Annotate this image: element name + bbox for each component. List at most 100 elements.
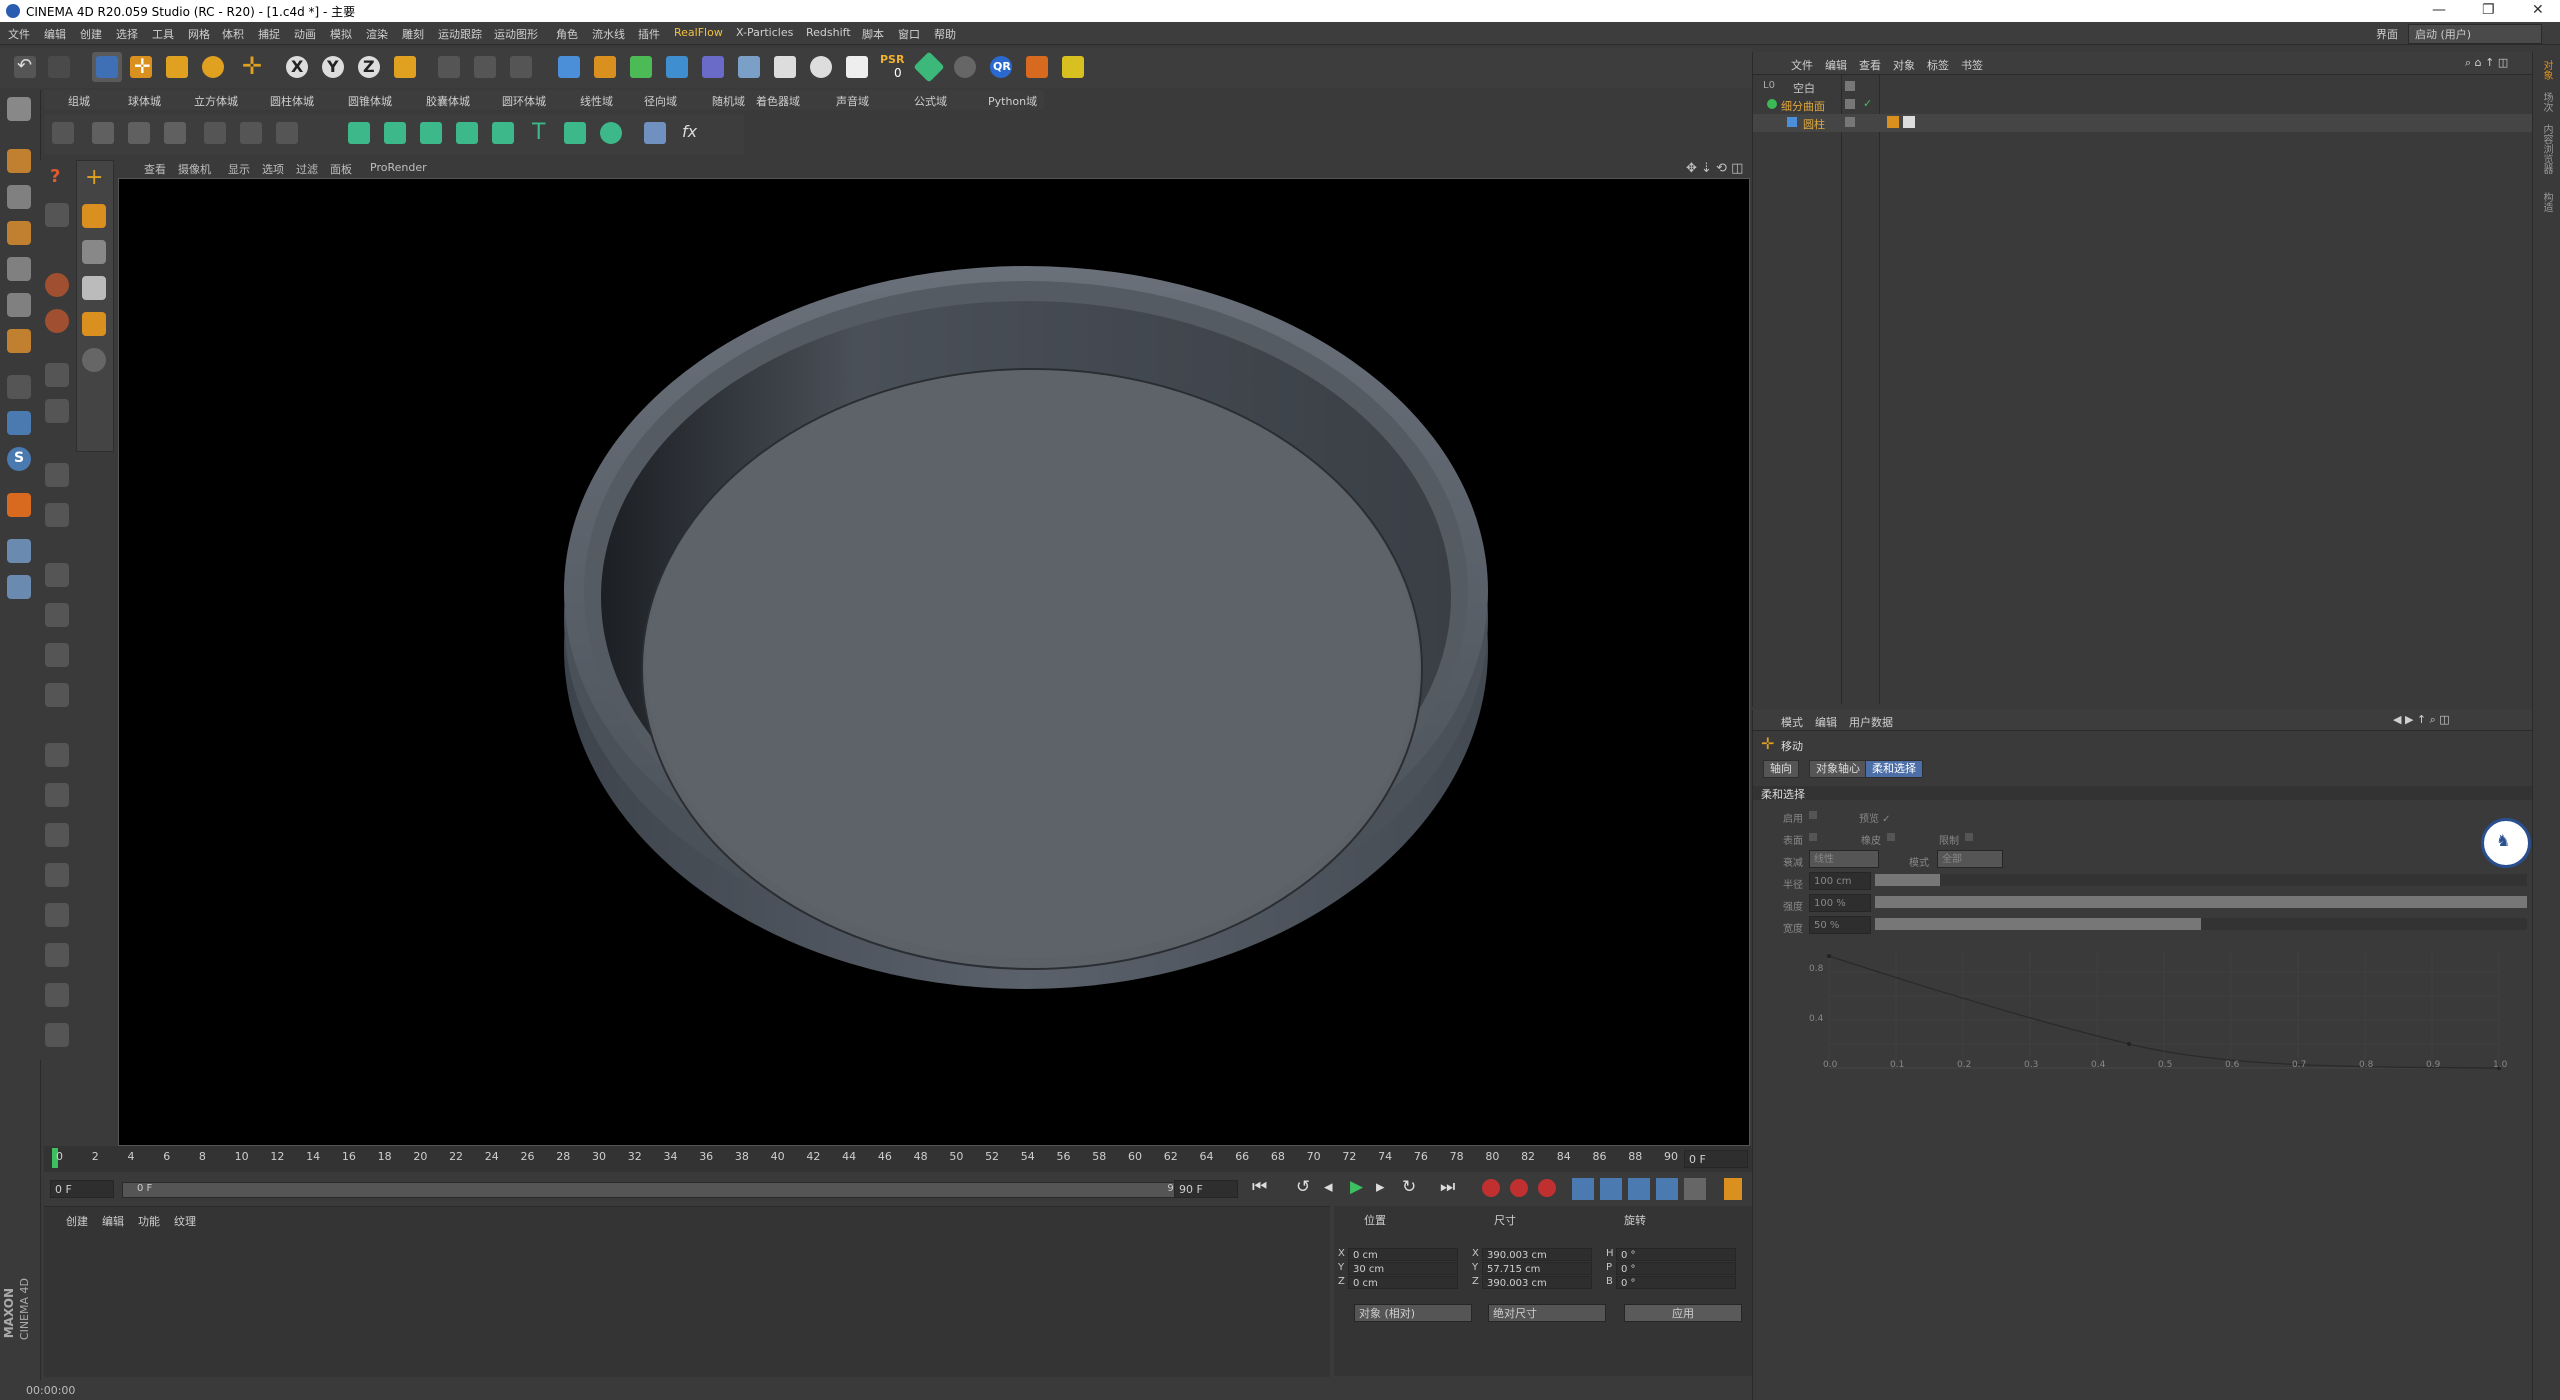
visibility-toggle-icon[interactable] [1845, 81, 1855, 91]
menu-tools[interactable]: 工具 [152, 26, 174, 42]
mograph-fracture-icon[interactable] [416, 118, 446, 148]
help-tool-icon[interactable]: ? [42, 164, 72, 194]
coords-pos-field[interactable]: 0 cm [1348, 1248, 1458, 1261]
move-tool-icon[interactable]: ✛ [126, 52, 156, 82]
shelf-item-group-field[interactable]: 组城 [68, 93, 90, 109]
object-name[interactable]: 细分曲面 [1781, 98, 1825, 114]
preview-label[interactable]: 预览 ✓ [1859, 810, 1891, 825]
brush-icon[interactable] [160, 118, 190, 148]
viewport-menu-display[interactable]: 显示 [228, 161, 250, 177]
menu-script[interactable]: 脚本 [862, 26, 884, 42]
tab-object-axis[interactable]: 对象轴心 [1809, 760, 1867, 778]
deformer-icon[interactable] [698, 52, 728, 82]
scale-tool-icon[interactable] [162, 52, 192, 82]
slide-icon[interactable] [42, 640, 72, 670]
shelf-item-capsule-field[interactable]: 胶囊体城 [426, 93, 470, 109]
shrink-select-icon[interactable] [42, 396, 72, 426]
range-slider[interactable]: 0 F 90 F [122, 1182, 1204, 1198]
cloner-icon[interactable] [662, 52, 692, 82]
redo-icon[interactable] [44, 52, 74, 82]
pen-spline-icon[interactable] [590, 52, 620, 82]
menu-realflow[interactable]: RealFlow [674, 26, 723, 39]
make-editable-icon[interactable] [4, 94, 34, 124]
object-row[interactable]: 细分曲面 ✓ [1753, 96, 2533, 114]
menu-xparticles[interactable]: X-Particles [736, 26, 793, 39]
stitch-icon[interactable] [42, 680, 72, 710]
grow-select-icon[interactable] [42, 360, 72, 390]
magnet-icon[interactable] [42, 740, 72, 770]
render-view-icon[interactable] [434, 52, 464, 82]
light-icon[interactable] [806, 52, 836, 82]
falloff-select[interactable]: 线性 [1809, 850, 1879, 868]
visibility-toggle-icon[interactable] [1845, 99, 1855, 109]
visibility-toggle-icon[interactable] [1845, 117, 1855, 127]
scale-frame-icon[interactable] [79, 273, 109, 303]
menu-motion-tracking[interactable]: 运动跟踪 [438, 26, 482, 42]
shelf-item-sphere-field[interactable]: 球体城 [128, 93, 161, 109]
render-settings-icon[interactable] [506, 52, 536, 82]
mograph-voronoi-icon[interactable] [452, 118, 482, 148]
end-frame-field[interactable]: 90 F [1174, 1180, 1238, 1198]
maximize-button[interactable]: ❐ [2482, 2, 2495, 18]
align-normals-icon[interactable] [42, 1020, 72, 1050]
y-axis-icon[interactable]: Y [318, 52, 348, 82]
menu-plugins[interactable]: 插件 [638, 26, 660, 42]
rect-select-icon[interactable] [42, 200, 72, 230]
material-menu-edit[interactable]: 编辑 [102, 1213, 124, 1229]
menu-mesh[interactable]: 网格 [188, 26, 210, 42]
menu-help[interactable]: 帮助 [934, 26, 956, 42]
workplane-grid-icon[interactable] [4, 572, 34, 602]
coords-size-field[interactable]: 57.715 cm [1482, 1262, 1592, 1275]
iron-icon[interactable] [42, 820, 72, 850]
key-pla-icon[interactable] [1684, 1178, 1706, 1200]
shelf-item-python-field[interactable]: Python域 [988, 93, 1037, 109]
plugin-green-icon[interactable] [913, 51, 945, 83]
viewport-nav-icon[interactable]: ✥ ⇣ ⟲ ◫ [1686, 161, 1743, 176]
material-menu-texture[interactable]: 纹理 [174, 1213, 196, 1229]
psr-icon[interactable]: PSR 0 [878, 52, 908, 82]
enable-checkbox[interactable] [1809, 811, 1817, 819]
om-menu-edit[interactable]: 编辑 [1825, 57, 1847, 73]
am-nav-icon[interactable]: ◀ ▶ ↑ ⌕ ◫ [2393, 713, 2450, 727]
cube-object-icon[interactable] [554, 52, 584, 82]
viewport-menu-options[interactable]: 选项 [262, 161, 284, 177]
select-live-icon[interactable] [92, 52, 122, 82]
workplane-mode-icon[interactable] [4, 218, 34, 248]
key-help-icon[interactable] [1538, 1179, 1556, 1197]
add-point-icon[interactable]: + [79, 165, 109, 195]
enabled-check-icon[interactable]: ✓ [1863, 97, 1872, 110]
viewport-menu-prorender[interactable]: ProRender [370, 161, 427, 174]
shelf-item-random-field[interactable]: 随机域 [712, 93, 745, 109]
menu-render[interactable]: 渲染 [366, 26, 388, 42]
menu-select[interactable]: 选择 [116, 26, 138, 42]
shelf-item-shader-field[interactable]: 着色器域 [756, 93, 800, 109]
auto-key-icon[interactable] [1510, 1179, 1528, 1197]
go-to-start-icon[interactable]: ⏮ [1252, 1177, 1267, 1197]
menu-character[interactable]: 角色 [556, 26, 578, 42]
falloff-curve-graph[interactable]: 0.8 0.4 0.0 0.1 0.2 0.3 0.4 0.5 0.6 0.7 0.8 0.9 1.… [1789, 942, 2533, 1072]
menu-window[interactable]: 窗口 [898, 26, 920, 42]
cube-grey-icon[interactable] [79, 237, 109, 267]
am-menu-mode[interactable]: 模式 [1781, 714, 1803, 730]
coords-pos-field[interactable]: 30 cm [1348, 1262, 1458, 1275]
menu-simulate[interactable]: 模拟 [330, 26, 352, 42]
shelf-item-torus-field[interactable]: 圆环体城 [502, 93, 546, 109]
edge-mode-icon[interactable] [4, 290, 34, 320]
width-slider[interactable] [1875, 918, 2527, 930]
viewport-menu-filter[interactable]: 过滤 [296, 161, 318, 177]
menu-edit[interactable]: 编辑 [44, 26, 66, 42]
key-scale-icon[interactable] [1600, 1178, 1622, 1200]
picture-viewer-icon[interactable] [842, 52, 872, 82]
mograph-matrix-icon[interactable] [380, 118, 410, 148]
plugin-grey-icon[interactable] [950, 52, 980, 82]
normal-move-icon[interactable] [42, 900, 72, 930]
snap-magnet-icon[interactable] [4, 490, 34, 520]
edges-mode-icon[interactable] [236, 118, 266, 148]
cube-orange-icon[interactable] [79, 201, 109, 231]
layout-select[interactable]: 启动 (用户) [2408, 24, 2542, 44]
mograph-tracer-icon[interactable] [488, 118, 518, 148]
menu-volume[interactable]: 体积 [222, 26, 244, 42]
om-menu-bookmarks[interactable]: 书签 [1961, 57, 1983, 73]
menu-snap[interactable]: 捕捉 [258, 26, 280, 42]
shelf-item-sound-field[interactable]: 声音域 [836, 93, 869, 109]
